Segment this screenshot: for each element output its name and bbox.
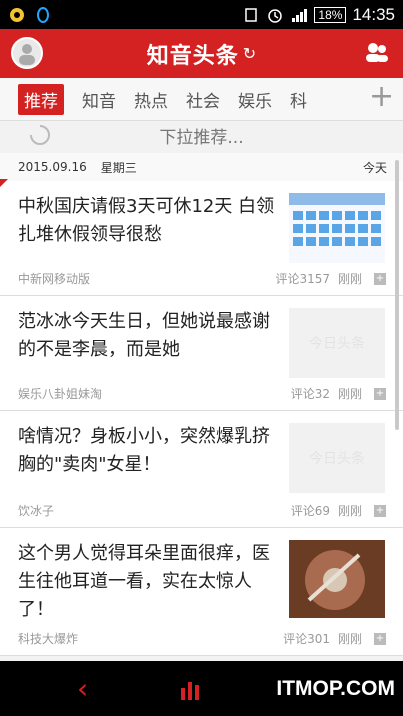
- news-thumbnail: [289, 540, 385, 618]
- tab-tech[interactable]: 科: [290, 87, 307, 112]
- news-time: 刚刚: [337, 632, 362, 646]
- pull-refresh-text: 下拉推荐...: [159, 127, 244, 148]
- alarm-icon: [268, 8, 283, 23]
- vibrate-icon: [245, 7, 258, 22]
- more-action-icon[interactable]: +: [374, 387, 386, 400]
- news-meta: 饮冰子 评论69 刚刚 +: [18, 502, 386, 519]
- category-tabs: 推荐 知音 热点 社会 娱乐 科 +: [0, 78, 403, 121]
- news-comments[interactable]: 评论3157: [275, 270, 330, 287]
- scrollbar[interactable]: [395, 160, 399, 430]
- tab-entertainment[interactable]: 娱乐: [238, 87, 272, 112]
- news-time: 刚刚: [337, 504, 362, 518]
- news-comments[interactable]: 评论32: [291, 385, 330, 402]
- news-source: 科技大爆炸: [18, 632, 79, 646]
- battery-status: 18%: [314, 6, 347, 23]
- news-item[interactable]: 范冰冰今天生日，但她说最感谢的不是李晨，而是她 今日头条 娱乐八卦姐妹淘 评论3…: [0, 296, 403, 411]
- tab-zhiyin[interactable]: 知音: [82, 87, 116, 112]
- news-feed: 中秋国庆请假3天可休12天 白领扎堆休假领导很愁 中新网移动版 评论3157 刚…: [0, 179, 403, 656]
- calendar-thumbnail-icon: [289, 193, 385, 263]
- news-thumbnail: [289, 193, 385, 263]
- news-title[interactable]: 这个男人觉得耳朵里面很痒，医生往他耳道一看，实在太惊人了！: [18, 540, 278, 624]
- friends-icon[interactable]: [363, 41, 391, 65]
- bottom-navigation: ‹ ITMOP.COM: [0, 661, 403, 716]
- profile-avatar[interactable]: [11, 37, 43, 69]
- more-action-icon[interactable]: +: [374, 504, 386, 517]
- news-source: 饮冰子: [18, 504, 55, 518]
- app-header: 知音头条 ↻: [0, 29, 403, 78]
- qq-icon: [37, 6, 49, 23]
- news-thumbnail-placeholder: 今日头条: [289, 423, 385, 493]
- news-comments[interactable]: 评论69: [291, 502, 330, 519]
- more-action-icon[interactable]: +: [374, 632, 386, 645]
- signal-icon: [292, 8, 308, 22]
- news-title[interactable]: 中秋国庆请假3天可休12天 白领扎堆休假领导很愁: [18, 193, 278, 249]
- news-thumbnail-placeholder: 今日头条: [289, 308, 385, 378]
- thumbnail-placeholder-text: 今日头条: [309, 336, 365, 352]
- news-time: 刚刚: [337, 387, 362, 401]
- ear-photo-icon: [289, 540, 385, 618]
- clock: 14:35: [352, 4, 395, 24]
- app-title: 知音头条: [146, 43, 239, 69]
- more-action-icon[interactable]: +: [374, 272, 386, 285]
- date-row: 2015.09.16 星期三 今天: [0, 153, 403, 181]
- news-title[interactable]: 范冰冰今天生日，但她说最感谢的不是李晨，而是她: [18, 308, 278, 364]
- chart-icon[interactable]: [178, 676, 204, 702]
- weekday: 星期三: [100, 160, 137, 175]
- news-item[interactable]: 啥情况？身板小小，突然爆乳挤胸的"卖肉"女星！ 今日头条 饮冰子 评论69 刚刚…: [0, 411, 403, 528]
- news-title[interactable]: 啥情况？身板小小，突然爆乳挤胸的"卖肉"女星！: [18, 423, 278, 479]
- watermark: ITMOP.COM: [276, 676, 395, 700]
- app-notification-icon: [10, 7, 24, 22]
- pull-refresh: 下拉推荐...: [0, 120, 403, 150]
- refresh-icon[interactable]: ↻: [243, 44, 256, 63]
- tab-hot[interactable]: 热点: [134, 87, 168, 112]
- news-source: 娱乐八卦姐妹淘: [18, 387, 103, 401]
- ribbon-icon: [0, 179, 8, 187]
- back-icon[interactable]: ‹: [77, 672, 88, 705]
- user-icon: [19, 44, 35, 65]
- status-bar: 18% 14:35: [0, 0, 403, 29]
- news-meta: 科技大爆炸 评论301 刚刚 +: [18, 630, 386, 647]
- news-source: 中新网移动版: [18, 272, 91, 286]
- loading-icon: [30, 125, 50, 145]
- add-tab-button[interactable]: +: [369, 82, 394, 112]
- tab-recommend[interactable]: 推荐: [18, 83, 64, 115]
- news-item[interactable]: 中秋国庆请假3天可休12天 白领扎堆休假领导很愁 中新网移动版 评论3157 刚…: [0, 179, 403, 296]
- date: 2015.09.16: [18, 160, 87, 174]
- tab-society[interactable]: 社会: [186, 87, 220, 112]
- thumbnail-placeholder-text: 今日头条: [309, 451, 365, 467]
- news-meta: 娱乐八卦姐妹淘 评论32 刚刚 +: [18, 385, 386, 402]
- news-comments[interactable]: 评论301: [283, 630, 330, 647]
- news-time: 刚刚: [337, 272, 362, 286]
- news-meta: 中新网移动版 评论3157 刚刚 +: [18, 270, 386, 287]
- today-label: 今天: [362, 160, 387, 175]
- news-item[interactable]: 这个男人觉得耳朵里面很痒，医生往他耳道一看，实在太惊人了！ 科技大爆炸 评论30…: [0, 528, 403, 656]
